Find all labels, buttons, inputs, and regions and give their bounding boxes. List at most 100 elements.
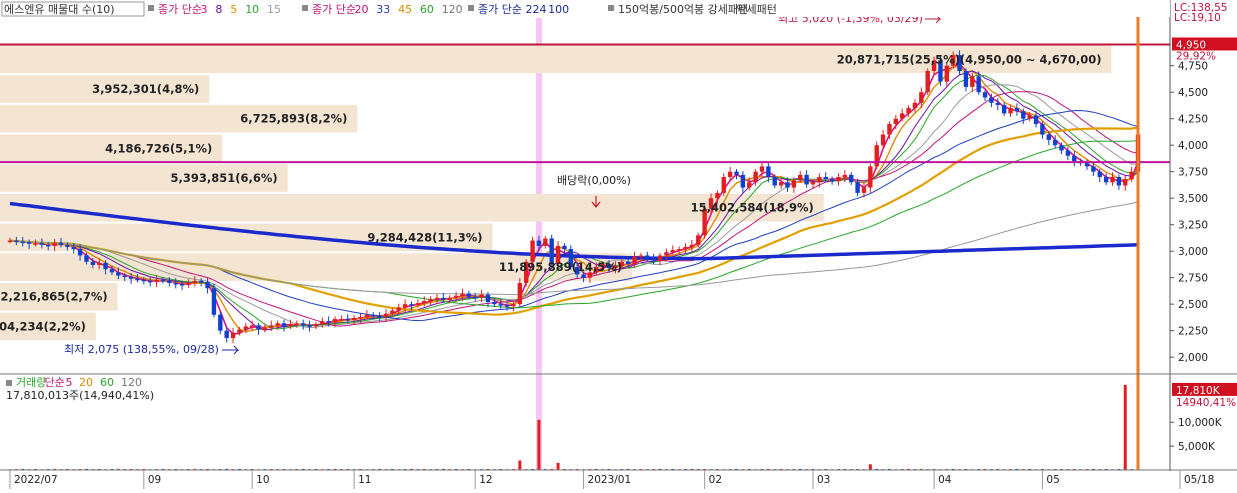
candle-body (504, 305, 510, 307)
candle-body (97, 262, 102, 265)
candle-body (498, 304, 503, 306)
candle-body (925, 70, 930, 93)
legend-item: 33 (376, 3, 390, 16)
candle-body (224, 330, 229, 339)
x-tick-label: 05 (1046, 474, 1059, 486)
legend-item: 120 (442, 3, 463, 16)
volume-profile-label: 2,216,865(2,7%) (1, 290, 108, 304)
candle-body (683, 246, 688, 250)
candle-body (1008, 108, 1013, 114)
candle-body (562, 245, 567, 250)
candle-body (109, 269, 115, 273)
candle-body (160, 279, 166, 282)
candle-body (651, 258, 656, 261)
candle-body (460, 293, 465, 296)
legend-item: 종가 단순 (158, 3, 202, 16)
candle-body (479, 294, 484, 298)
candle-body (798, 174, 803, 181)
volume-profile-label: 5,393,851(6,6%) (171, 171, 278, 185)
candle-body (441, 297, 446, 300)
price-tick-label: 3,250 (1178, 220, 1208, 232)
candle-body (243, 326, 248, 330)
volume-legend-item: 단순 (45, 376, 65, 389)
volume-spike (1123, 384, 1127, 470)
candle-body (211, 288, 217, 315)
candle-body (747, 182, 752, 188)
volume-spike (556, 462, 560, 470)
candle-body (173, 282, 178, 285)
candle-body (128, 276, 134, 279)
candle-body (887, 123, 892, 135)
candle-body (976, 76, 981, 93)
volume-legend-item: 120 (121, 376, 142, 389)
candle-body (829, 179, 835, 182)
candle-body (230, 332, 236, 339)
volume-profile-label: 4,186,726(5,1%) (105, 141, 212, 155)
candle-body (256, 325, 261, 330)
candle-body (900, 113, 905, 119)
candle-body (58, 242, 64, 245)
legend-item: 10 (245, 3, 259, 16)
candle-body (148, 280, 153, 283)
candle-body (740, 174, 746, 188)
candle-body (874, 145, 879, 167)
candle-body (377, 315, 382, 318)
candle-body (778, 182, 784, 186)
candle-body (39, 243, 45, 245)
candle-body (313, 324, 319, 327)
stock-chart[interactable]: 20,871,715(25,5%)(4,950,00 ~ 4,670,00) 3,… (0, 0, 1237, 489)
legend-item: 에스엔유 매물대 수(10) (4, 3, 115, 16)
candle-body (734, 171, 739, 175)
candle-body (810, 182, 816, 185)
volume-legend-item: 20 (79, 376, 93, 389)
lc2-label: LC:19,10 (1174, 12, 1221, 24)
candle-body (262, 327, 268, 330)
volume-profile-label: 9,284,428(11,3%) (367, 230, 482, 244)
candle-body (727, 171, 733, 177)
candle-body (1110, 176, 1115, 183)
candle-body (179, 284, 185, 286)
candle-body (676, 249, 682, 251)
candle-body (1021, 111, 1026, 119)
price-tick-label: 4,500 (1178, 87, 1208, 99)
price-tick-label: 3,750 (1178, 167, 1208, 179)
volume-profile-label: 15,402,584(18,9%) (691, 201, 814, 215)
candle-body (20, 241, 25, 244)
x-tick-label: 02 (709, 474, 722, 486)
candle-body (402, 304, 408, 308)
candle-body (753, 171, 758, 183)
legend-item: 45 (398, 3, 412, 16)
candle-body (300, 323, 306, 326)
candle-body (218, 314, 223, 331)
candle-body (1091, 166, 1096, 172)
candle-body (434, 297, 440, 300)
candle-body (511, 304, 516, 307)
candle-body (625, 261, 631, 264)
candle-body (963, 70, 969, 87)
candle-body (26, 242, 32, 244)
candle-body (84, 255, 89, 262)
candle-body (33, 243, 38, 245)
candle-body (281, 323, 287, 327)
candle-body (339, 319, 344, 321)
price-tick-label: 3,000 (1178, 246, 1208, 258)
candle-body (1072, 155, 1077, 162)
candle-body (269, 325, 274, 328)
candle-body (453, 295, 459, 298)
candle-body (141, 279, 147, 282)
candle-body (517, 282, 523, 305)
x-tick-label: 2023/01 (588, 474, 632, 486)
legend-item: 5 (230, 3, 237, 16)
candle-body (759, 166, 765, 172)
candle-body (192, 280, 198, 283)
candle-body (7, 240, 13, 243)
candle-body (90, 261, 96, 265)
candle-body (823, 176, 828, 180)
candle-body (1065, 150, 1071, 156)
candle-body (772, 176, 777, 186)
candle-body (473, 296, 478, 299)
volume-profile-label: 1,804,234(2,2%) (0, 319, 86, 333)
x-tick-label: 2022/07 (14, 474, 58, 486)
volume-legend-item: 60 (100, 376, 114, 389)
candle-body (167, 280, 172, 283)
